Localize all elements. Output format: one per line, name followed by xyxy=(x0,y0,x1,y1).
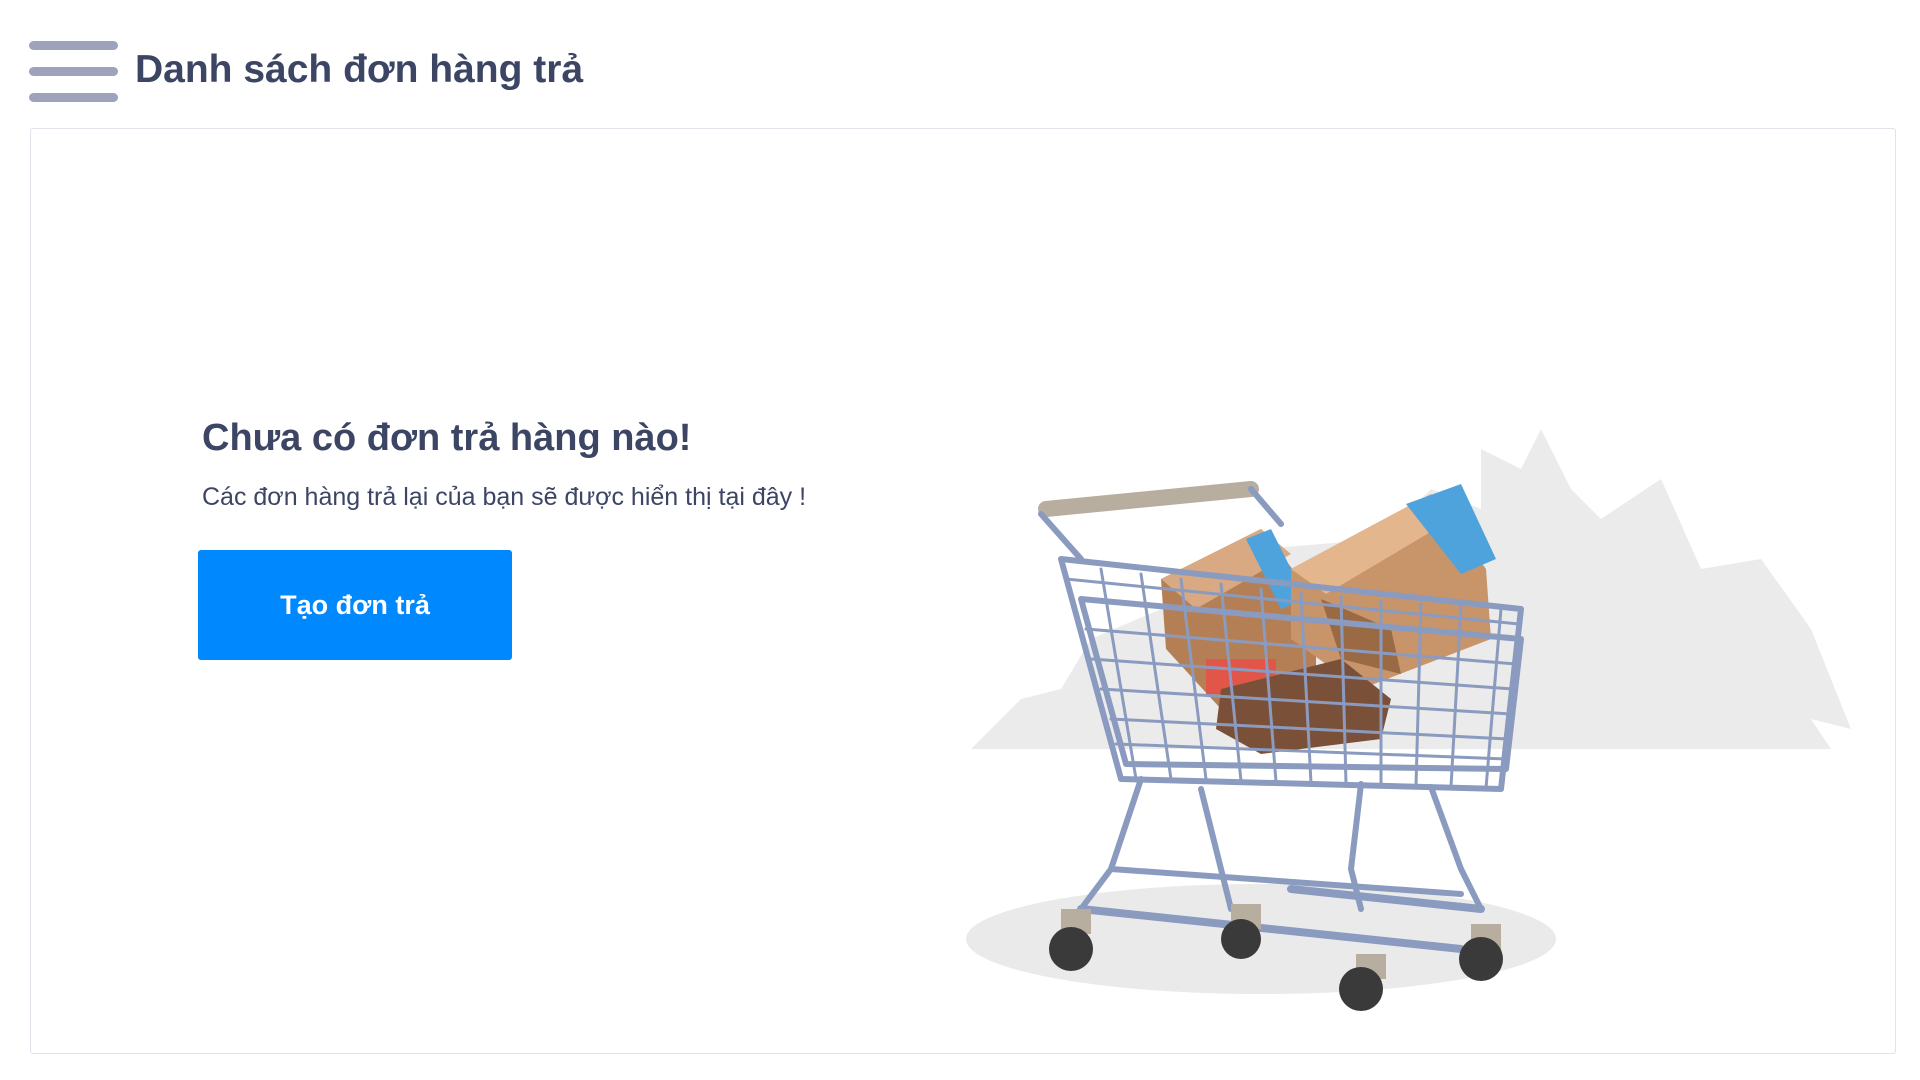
menu-bar xyxy=(29,93,118,102)
empty-state-description: Các đơn hàng trả lại của bạn sẽ được hiể… xyxy=(202,483,807,511)
empty-state-card: Chưa có đơn trả hàng nào! Các đơn hàng t… xyxy=(30,128,1896,1054)
menu-bar xyxy=(29,67,118,76)
page-title: Danh sách đơn hàng trả xyxy=(135,48,584,91)
menu-bar xyxy=(29,41,118,50)
hamburger-menu-icon[interactable] xyxy=(29,41,118,103)
empty-state-title: Chưa có đơn trả hàng nào! xyxy=(202,417,692,459)
create-return-button[interactable]: Tạo đơn trả xyxy=(198,550,512,660)
page-header: Danh sách đơn hàng trả xyxy=(0,0,1920,128)
shopping-cart-illustration xyxy=(966,429,1851,1011)
